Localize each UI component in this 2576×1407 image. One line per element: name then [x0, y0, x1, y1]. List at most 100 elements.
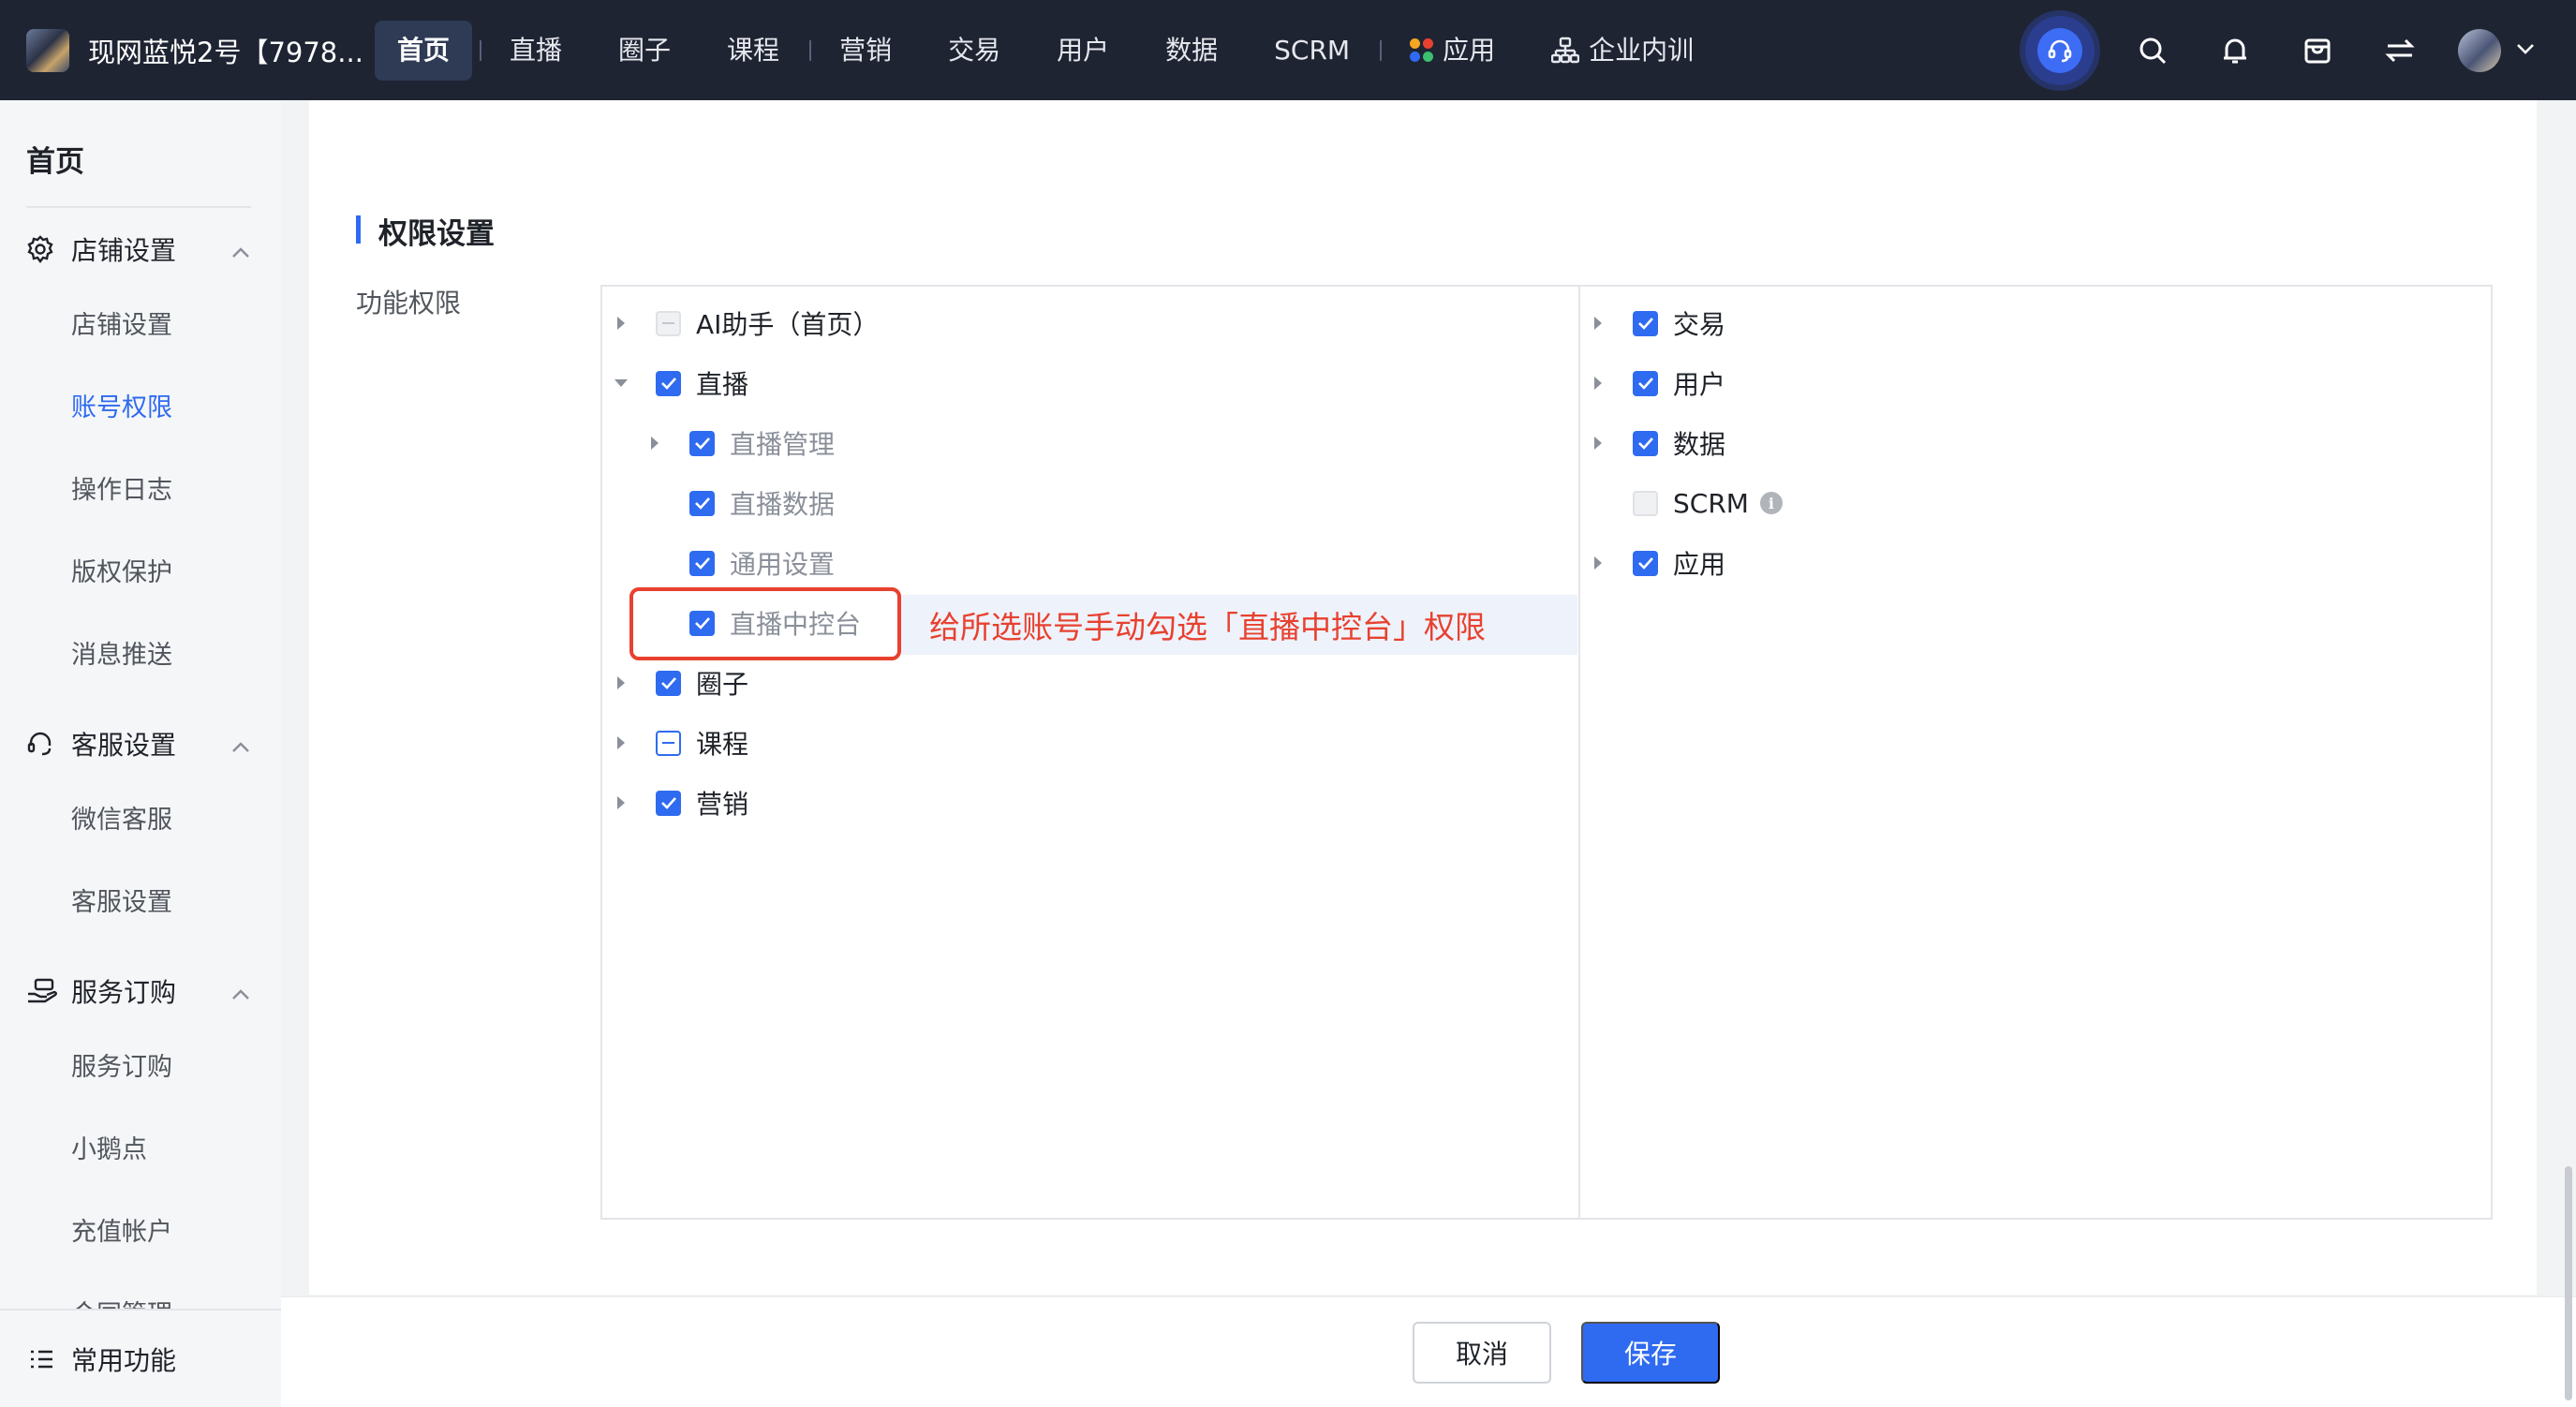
nav-apps[interactable]: 应用 — [1387, 21, 1517, 81]
info-icon[interactable]: i — [1759, 492, 1783, 514]
tree-node-general-settings[interactable]: 通用设置 — [644, 540, 835, 586]
checkbox[interactable] — [1633, 490, 1658, 516]
checkbox[interactable] — [656, 730, 681, 756]
checkbox[interactable] — [689, 430, 715, 456]
checkbox[interactable] — [1633, 430, 1658, 456]
sidebar-item-wechat-service[interactable]: 微信客服 — [71, 799, 172, 836]
customer-service-icon — [2037, 27, 2082, 73]
sidebar-title: 首页 — [26, 145, 84, 179]
checkbox[interactable] — [656, 310, 681, 336]
tree-node-label: 通用设置 — [730, 549, 836, 580]
sidebar-group-label: 客服设置 — [71, 730, 177, 761]
chevron-up-icon — [230, 730, 251, 761]
checkbox[interactable] — [1633, 550, 1658, 576]
sidebar: 首页 店铺设置 店铺设置 账号权限 操作日志 版权保护 消息推送 客服设置 微信… — [0, 100, 281, 1407]
nav-separator — [809, 39, 812, 61]
checkbox[interactable] — [1633, 310, 1658, 336]
org-chart-icon — [1551, 37, 1580, 65]
list-icon — [28, 1348, 54, 1370]
sidebar-item-recharge-account[interactable]: 充值帐户 — [71, 1211, 172, 1248]
expand-arrow-icon[interactable] — [611, 313, 631, 333]
avatar[interactable] — [2458, 28, 2501, 72]
checkbox[interactable] — [656, 370, 681, 396]
tree-node-label: AI助手（首页） — [696, 309, 880, 340]
nav-home[interactable]: 首页 — [375, 20, 473, 81]
search-icon[interactable] — [2128, 26, 2177, 75]
expand-arrow-icon[interactable] — [1588, 553, 1608, 573]
expand-arrow-icon[interactable] — [611, 792, 631, 813]
sidebar-group-customer-service[interactable]: 客服设置 — [26, 720, 251, 767]
nav-separator — [480, 39, 482, 61]
expand-arrow-icon[interactable] — [611, 733, 631, 753]
tree-node-course[interactable]: 课程 — [611, 719, 748, 766]
apps-icon — [1410, 38, 1434, 62]
nav-separator — [1380, 39, 1383, 61]
chevron-down-icon[interactable] — [2516, 41, 2535, 59]
bell-icon[interactable] — [2211, 26, 2259, 75]
save-button[interactable]: 保存 — [1581, 1322, 1720, 1384]
nav-live[interactable]: 直播 — [487, 21, 585, 81]
tree-node-live-data[interactable]: 直播数据 — [644, 480, 835, 526]
tree-node-apps[interactable]: 应用 — [1588, 540, 1725, 586]
sidebar-item-message-push[interactable]: 消息推送 — [71, 634, 172, 671]
tree-node-marketing[interactable]: 营销 — [611, 779, 748, 826]
tree-node-users[interactable]: 用户 — [1588, 360, 1725, 407]
nav-scrm[interactable]: SCRM — [1251, 21, 1372, 81]
tree-node-live[interactable]: 直播 — [611, 360, 748, 407]
nav-users[interactable]: 用户 — [1034, 21, 1132, 81]
section-accent-bar — [356, 215, 361, 244]
nav-data[interactable]: 数据 — [1143, 21, 1240, 81]
shop-switcher[interactable]: 现网蓝悦2号【7978... — [0, 28, 375, 72]
switch-icon[interactable] — [2376, 26, 2424, 75]
tree-node-data[interactable]: 数据 — [1588, 420, 1725, 467]
sidebar-item-store-settings[interactable]: 店铺设置 — [71, 304, 172, 341]
sidebar-group-service-order[interactable]: 服务订购 — [26, 968, 251, 1015]
sidebar-group-label: 服务订购 — [71, 977, 177, 1008]
permission-tree-box — [600, 285, 2493, 1220]
expand-arrow-icon[interactable] — [611, 673, 631, 693]
nav-circle[interactable]: 圈子 — [596, 21, 693, 81]
sidebar-item-account-permissions[interactable]: 账号权限 — [71, 387, 172, 423]
tree-node-circle[interactable]: 圈子 — [611, 659, 748, 706]
checkbox[interactable] — [689, 490, 715, 516]
tree-node-live-management[interactable]: 直播管理 — [644, 420, 835, 467]
tree-node-trade[interactable]: 交易 — [1588, 300, 1725, 347]
nav-trade[interactable]: 交易 — [925, 21, 1023, 81]
tree-node-label: 交易 — [1673, 309, 1726, 340]
checkbox[interactable] — [689, 550, 715, 576]
nav-enterprise-training[interactable]: 企业内训 — [1529, 21, 1716, 81]
chevron-up-icon — [230, 977, 251, 1008]
sidebar-item-goose-points[interactable]: 小鹅点 — [71, 1129, 147, 1165]
cancel-button[interactable]: 取消 — [1413, 1322, 1551, 1384]
tree-node-scrm[interactable]: SCRM i — [1588, 480, 1783, 526]
expand-arrow-icon[interactable] — [1588, 433, 1608, 453]
main-nav: 首页 直播 圈子 课程 营销 交易 用户 数据 SCRM 应用 企业内训 — [375, 20, 1727, 81]
sidebar-common-functions[interactable]: 常用功能 — [0, 1309, 281, 1407]
hand-service-icon — [26, 977, 58, 1005]
tree-node-label: 课程 — [696, 729, 749, 760]
expand-arrow-icon[interactable] — [1588, 313, 1608, 333]
tree-node-ai-assistant[interactable]: AI助手（首页） — [611, 300, 879, 347]
nav-marketing[interactable]: 营销 — [817, 21, 914, 81]
collapse-arrow-icon[interactable] — [611, 373, 631, 393]
sidebar-item-service-order[interactable]: 服务订购 — [71, 1046, 172, 1083]
checkbox[interactable] — [656, 790, 681, 816]
shop-logo — [26, 28, 69, 72]
nav-course[interactable]: 课程 — [704, 21, 802, 81]
checkbox[interactable] — [1633, 370, 1658, 396]
annotation-highlight-box — [629, 587, 901, 660]
expand-arrow-icon[interactable] — [644, 433, 665, 453]
tree-node-label: 营销 — [696, 789, 749, 820]
scrollbar[interactable] — [2565, 1166, 2572, 1400]
sidebar-group-store-settings[interactable]: 店铺设置 — [26, 226, 251, 273]
shop-name: 现网蓝悦2号【7978... — [88, 36, 363, 68]
store-icon[interactable] — [2293, 26, 2342, 75]
permission-column-divider — [1578, 287, 1580, 1218]
checkbox[interactable] — [656, 670, 681, 696]
expand-arrow-icon[interactable] — [1588, 373, 1608, 393]
sidebar-item-copyright[interactable]: 版权保护 — [71, 552, 172, 588]
customer-service-button[interactable] — [2025, 15, 2095, 85]
sidebar-item-operation-log[interactable]: 操作日志 — [71, 469, 172, 506]
sidebar-item-service-settings[interactable]: 客服设置 — [71, 881, 172, 918]
tree-node-label: 直播 — [696, 369, 749, 400]
